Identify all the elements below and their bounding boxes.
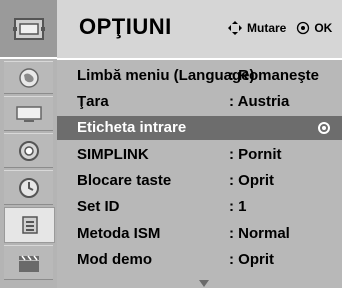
menu-item-label: Blocare taste bbox=[77, 172, 172, 189]
sidebar-menu-button[interactable] bbox=[0, 0, 57, 59]
menu-item-ism-method[interactable]: Metoda ISM : Normal bbox=[57, 222, 342, 246]
hint-move-label: Mutare bbox=[247, 21, 287, 35]
menu-item-label: SIMPLINK bbox=[77, 146, 149, 163]
globe-icon bbox=[18, 67, 39, 88]
menu-item-value: : Normal bbox=[229, 225, 290, 242]
scroll-down-arrow-icon[interactable] bbox=[199, 280, 209, 287]
menu-item-set-id[interactable]: Set ID : 1 bbox=[57, 195, 342, 219]
tv-osd-options-menu: OPŢIUNI Mutare OK Limbă meniu (Language)… bbox=[0, 0, 342, 288]
menu-item-language[interactable]: Limbă meniu (Language) : Romaneşte bbox=[57, 64, 342, 88]
menu-header: OPŢIUNI Mutare OK bbox=[57, 0, 342, 60]
navigation-hint: Mutare OK bbox=[227, 20, 332, 36]
sidebar-item-audio[interactable] bbox=[4, 133, 53, 168]
move-arrows-icon bbox=[228, 21, 242, 35]
sidebar-item-usb[interactable] bbox=[4, 245, 53, 280]
menu-item-simplink[interactable]: SIMPLINK : Pornit bbox=[57, 143, 342, 167]
time-icon bbox=[18, 177, 39, 198]
sidebar-item-setup[interactable] bbox=[4, 61, 53, 94]
enter-submenu-icon bbox=[318, 122, 330, 134]
menu-item-value: : Oprit bbox=[229, 251, 274, 268]
menu-item-label: Metoda ISM bbox=[77, 225, 161, 242]
menu-item-country[interactable]: Ţara : Austria bbox=[57, 90, 342, 114]
hint-ok-label: OK bbox=[314, 21, 333, 35]
picture-icon bbox=[15, 105, 42, 122]
menu-item-label: Limbă meniu (Language) bbox=[77, 67, 255, 84]
ok-button-icon bbox=[297, 21, 310, 35]
menu-item-key-lock[interactable]: Blocare taste : Oprit bbox=[57, 169, 342, 193]
menu-item-value: : Oprit bbox=[229, 172, 274, 189]
sidebar-item-picture[interactable] bbox=[4, 96, 53, 131]
audio-icon bbox=[18, 140, 39, 161]
sidebar-item-time[interactable] bbox=[4, 170, 53, 205]
movie-clapper-icon bbox=[18, 255, 39, 272]
menu-item-value: : Austria bbox=[229, 93, 290, 110]
menu-item-label: Mod demo bbox=[77, 251, 152, 268]
page-title: OPŢIUNI bbox=[79, 14, 172, 39]
sidebar bbox=[0, 0, 57, 288]
menu-item-label: Eticheta intrare bbox=[77, 119, 187, 136]
menu-item-input-label[interactable]: Eticheta intrare bbox=[57, 116, 342, 140]
options-list: Limbă meniu (Language) : Romaneşte Ţara … bbox=[57, 60, 342, 288]
menu-item-demo-mode[interactable]: Mod demo : Oprit bbox=[57, 248, 342, 272]
menu-item-label: Set ID bbox=[77, 198, 120, 215]
menu-item-label: Ţara bbox=[77, 93, 109, 110]
menu-item-value: : 1 bbox=[229, 198, 247, 215]
menu-item-value: : Pornit bbox=[229, 146, 282, 163]
option-icon bbox=[21, 216, 38, 234]
menu-item-value: : Romaneşte bbox=[229, 67, 320, 84]
settings-menu-icon bbox=[12, 17, 45, 40]
sidebar-item-option[interactable] bbox=[4, 207, 55, 243]
